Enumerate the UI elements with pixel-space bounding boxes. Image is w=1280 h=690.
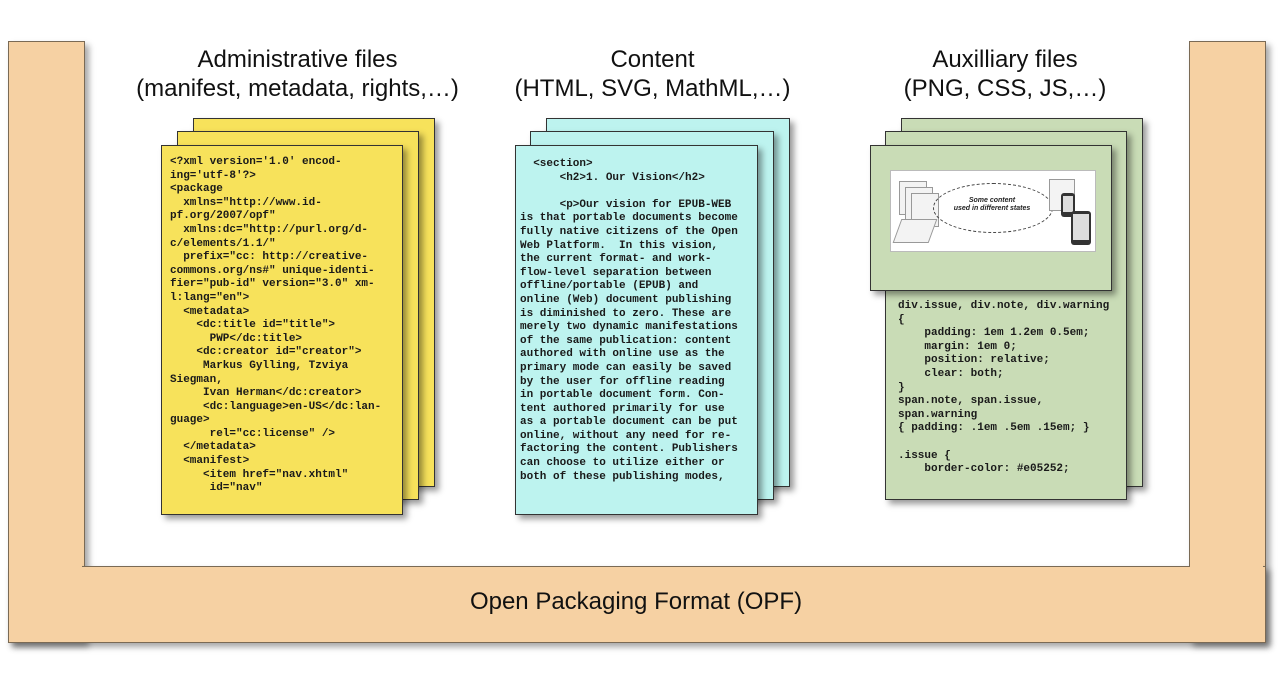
admin-heading: Administrative files (manifest, metadata… (110, 45, 485, 103)
thumbnail-tablet-icon (1071, 211, 1091, 245)
screenshot-thumbnail: Some content used in different states (890, 170, 1096, 252)
content-title: Content (610, 46, 695, 73)
content-subtitle: (HTML, SVG, MathML,…) (514, 75, 791, 102)
thumbnail-caption: Some content used in different states (953, 197, 1031, 212)
content-sheet-front: <section> <h2>1. Our Vision</h2> <p>Our … (515, 145, 758, 515)
admin-subtitle: (manifest, metadata, rights,…) (136, 75, 459, 102)
aux-subtitle: (PNG, CSS, JS,…) (903, 75, 1107, 102)
opf-container-left-wall (8, 41, 85, 643)
opf-label: Open Packaging Format (OPF) (469, 588, 803, 615)
opf-joint-right (1190, 560, 1263, 580)
content-code: <section> <h2>1. Our Vision</h2> <p>Our … (520, 158, 738, 483)
admin-sheet-front: <?xml version='1.0' encod- ing='utf-8'?>… (161, 145, 403, 515)
admin-code: <?xml version='1.0' encod- ing='utf-8'?>… (170, 156, 382, 495)
thumbnail-laptop-icon (892, 219, 938, 243)
admin-title: Administrative files (197, 46, 398, 73)
content-heading: Content (HTML, SVG, MathML,…) (490, 45, 815, 103)
aux-title: Auxilliary files (932, 46, 1078, 73)
aux-heading: Auxilliary files (PNG, CSS, JS,…) (880, 45, 1130, 103)
opf-joint-left (9, 560, 82, 580)
aux-css-code: div.issue, div.note, div.warning { paddi… (898, 300, 1110, 476)
opf-container-right-wall (1189, 41, 1266, 643)
